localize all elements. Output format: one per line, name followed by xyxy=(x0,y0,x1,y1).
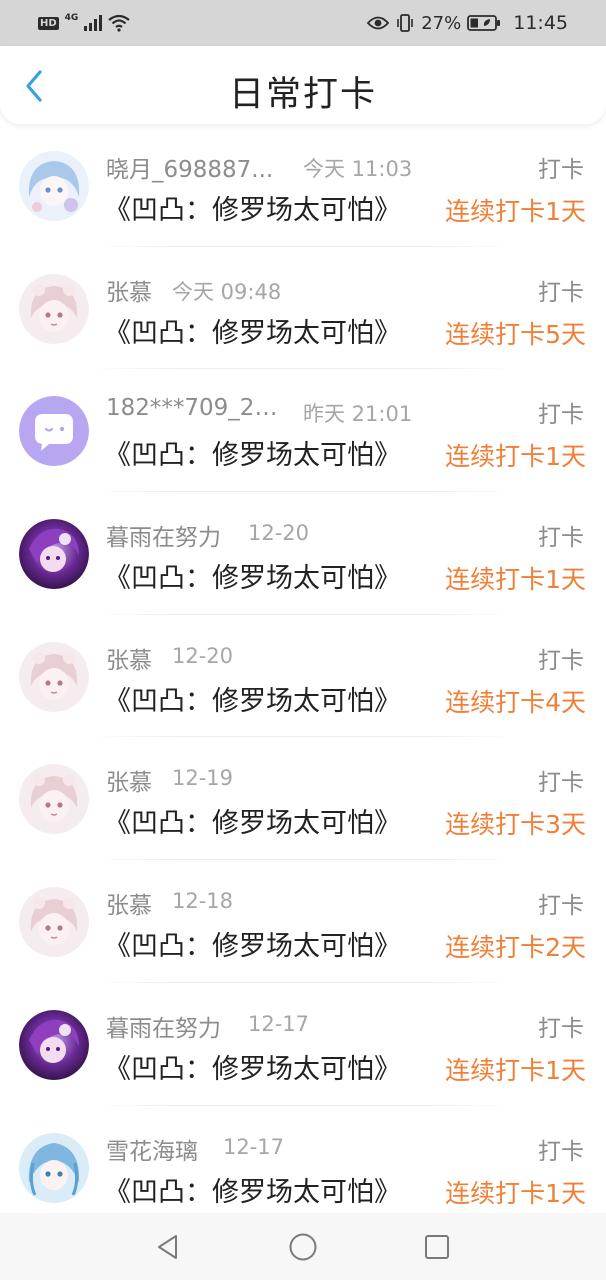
checkin-action-label: 打卡 xyxy=(538,402,584,429)
checkin-row[interactable]: 暮雨在努力 12-20 打卡《凹凸：修罗场太可怕》 连续打卡1天 xyxy=(0,492,606,615)
checkin-time: 12-20 xyxy=(248,521,310,546)
status-bar: HD 4G 27% 11:45 xyxy=(0,0,606,46)
checkin-time: 12-19 xyxy=(172,766,234,791)
book-title[interactable]: 《凹凸：修罗场太可怕》 xyxy=(104,433,401,472)
checkin-row[interactable]: 晓月_698887... 今天 11:03 打卡《凹凸：修罗场太可怕》 连续打卡1天 xyxy=(0,124,606,247)
username[interactable]: 雪花海璃 xyxy=(106,1132,198,1166)
vibrate-icon xyxy=(397,14,414,32)
checkin-row[interactable]: 张慕 12-18 打卡《凹凸：修罗场太可怕》 连续打卡2天 xyxy=(0,860,606,983)
nav-home-button[interactable] xyxy=(285,1229,321,1265)
streak-label: 连续打卡1天 xyxy=(445,442,586,472)
user-avatar[interactable] xyxy=(19,887,89,958)
user-avatar[interactable] xyxy=(19,519,89,590)
page-title: 日常打卡 xyxy=(228,75,377,115)
nav-back-button[interactable] xyxy=(150,1229,186,1265)
book-title[interactable]: 《凹凸：修罗场太可怕》 xyxy=(104,188,401,227)
hd-badge: HD xyxy=(38,16,59,30)
checkin-action-label: 打卡 xyxy=(538,279,584,306)
streak-label: 连续打卡1天 xyxy=(445,565,586,595)
book-title[interactable]: 《凹凸：修罗场太可怕》 xyxy=(104,556,401,595)
book-title[interactable]: 《凹凸：修罗场太可怕》 xyxy=(104,679,401,718)
username[interactable]: 晓月_698887... xyxy=(106,150,273,184)
username[interactable]: 张慕 xyxy=(106,763,152,797)
checkin-time: 12-17 xyxy=(223,1134,285,1159)
nav-home-icon xyxy=(289,1233,317,1261)
user-avatar[interactable] xyxy=(19,1009,89,1080)
battery-percent: 27% xyxy=(421,12,462,34)
status-bar-right: 27% 11:45 xyxy=(367,12,568,34)
username[interactable]: 张慕 xyxy=(106,273,152,307)
username[interactable]: 张慕 xyxy=(106,886,152,920)
checkin-row[interactable]: 张慕 12-20 打卡《凹凸：修罗场太可怕》 连续打卡4天 xyxy=(0,615,606,738)
streak-label: 连续打卡1天 xyxy=(445,1055,586,1085)
checkin-time: 昨天 21:01 xyxy=(303,402,413,427)
user-avatar[interactable] xyxy=(19,151,89,221)
streak-label: 连续打卡1天 xyxy=(445,1178,586,1208)
book-title[interactable]: 《凹凸：修罗场太可怕》 xyxy=(104,311,401,350)
username[interactable]: 暮雨在努力 xyxy=(106,1009,221,1043)
system-nav-bar xyxy=(0,1213,606,1280)
user-avatar[interactable] xyxy=(19,396,89,467)
streak-label: 连续打卡5天 xyxy=(445,319,586,349)
network-label: 4G xyxy=(64,13,79,23)
status-bar-left: HD 4G xyxy=(38,13,131,32)
checkin-list: 晓月_698887... 今天 11:03 打卡 《凹凸：修罗场太可怕》 连续打卡1天 … xyxy=(0,124,606,1229)
signal-icon xyxy=(84,15,103,31)
checkin-time: 12-20 xyxy=(172,643,234,668)
checkin-row[interactable]: 182***709_23... 昨天 21:01 打卡《凹凸：修罗场太可怕》 连续打卡… xyxy=(0,369,606,493)
book-title[interactable]: 《凹凸：修罗场太可怕》 xyxy=(104,1047,401,1086)
username[interactable]: 张慕 xyxy=(106,641,152,675)
wifi-icon xyxy=(108,14,131,32)
checkin-time: 12-18 xyxy=(172,889,234,914)
user-avatar[interactable] xyxy=(19,1132,89,1203)
checkin-row[interactable]: 张慕 12-19 打卡《凹凸：修罗场太可怕》 连续打卡3天 xyxy=(0,737,606,861)
streak-label: 连续打卡4天 xyxy=(445,687,586,717)
nav-recents-button[interactable] xyxy=(419,1229,455,1265)
eye-comfort-icon xyxy=(367,16,390,30)
checkin-action-label: 打卡 xyxy=(538,1138,584,1165)
checkin-action-label: 打卡 xyxy=(538,893,584,920)
checkin-action-label: 打卡 xyxy=(538,647,584,674)
checkin-action-label: 打卡 xyxy=(538,770,584,797)
checkin-action-label: 打卡 xyxy=(538,1015,584,1042)
user-avatar[interactable] xyxy=(19,641,89,712)
checkin-action-label: 打卡 xyxy=(538,157,584,183)
checkin-time: 今天 11:03 xyxy=(303,157,413,181)
checkin-row[interactable]: 雪花海璃 12-17 打卡《凹凸：修罗场太可怕》 连续打卡1天 xyxy=(0,1106,606,1229)
streak-label: 连续打卡1天 xyxy=(445,197,586,226)
user-avatar[interactable] xyxy=(19,273,89,344)
book-title[interactable]: 《凹凸：修罗场太可怕》 xyxy=(104,1170,401,1209)
checkin-time: 12-17 xyxy=(248,1011,310,1036)
streak-label: 连续打卡3天 xyxy=(445,810,586,840)
battery-icon xyxy=(467,15,501,31)
checkin-row[interactable]: 暮雨在努力 12-17 打卡《凹凸：修罗场太可怕》 连续打卡1天 xyxy=(0,983,606,1106)
checkin-row[interactable]: 张慕 今天 09:48 打卡《凹凸：修罗场太可怕》 连续打卡5天 xyxy=(0,247,606,370)
user-avatar[interactable] xyxy=(19,764,89,835)
checkin-action-label: 打卡 xyxy=(538,525,584,552)
status-time: 11:45 xyxy=(513,12,568,34)
username[interactable]: 182***709_23... xyxy=(106,395,284,421)
book-title[interactable]: 《凹凸：修罗场太可怕》 xyxy=(104,924,401,963)
nav-recents-icon xyxy=(425,1235,449,1259)
header: 日常打卡 xyxy=(0,46,606,124)
streak-label: 连续打卡2天 xyxy=(445,933,586,963)
username[interactable]: 暮雨在努力 xyxy=(106,518,221,552)
book-title[interactable]: 《凹凸：修罗场太可怕》 xyxy=(104,801,401,840)
nav-back-icon xyxy=(158,1235,177,1259)
checkin-time: 今天 09:48 xyxy=(172,279,282,304)
